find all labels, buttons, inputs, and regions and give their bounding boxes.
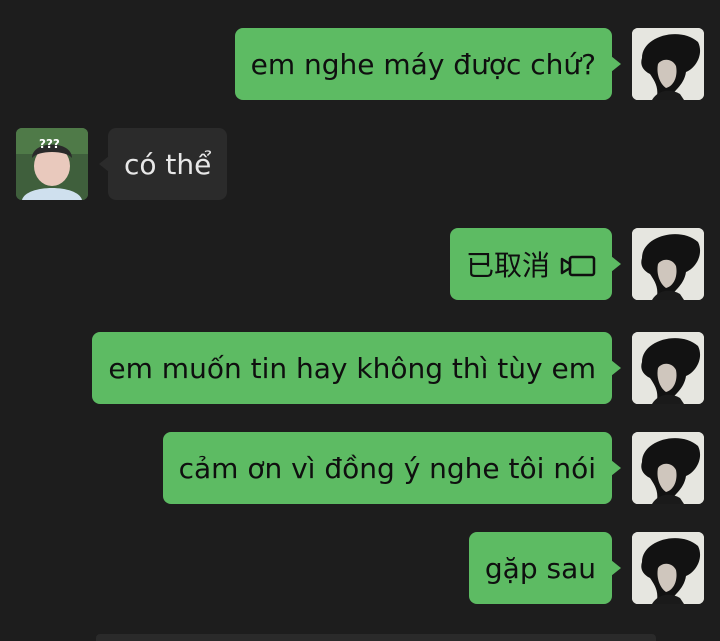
message-text: em muốn tin hay không thì tùy em [108,351,596,385]
message-bubble[interactable]: gặp sau [468,532,622,604]
message-row: em nghe máy được chứ? [0,28,720,100]
message-text: gặp sau [484,551,596,585]
self-avatar[interactable] [632,532,704,604]
avatar-badge-text: ??? [39,137,60,151]
message-text: em nghe máy được chứ? [250,47,596,81]
self-avatar[interactable] [632,332,704,404]
message-bubble[interactable]: cảm ơn vì đồng ý nghe tôi nói [162,432,622,504]
message-bubble[interactable]: có thể [98,128,228,200]
self-avatar[interactable] [632,28,704,100]
message-text: cảm ơn vì đồng ý nghe tôi nói [178,451,596,485]
message-row: cảm ơn vì đồng ý nghe tôi nói [0,432,720,504]
self-avatar[interactable] [632,228,704,300]
message-row: ??? có thể [0,128,720,200]
message-bubble[interactable]: em nghe máy được chứ? [234,28,622,100]
self-avatar[interactable] [632,432,704,504]
message-text: 已取消 [465,249,550,282]
video-call-icon [560,252,596,277]
message-bubble[interactable]: em muốn tin hay không thì tùy em [92,332,621,404]
message-row: gặp sau [0,532,720,604]
message-row: 已取消 [0,228,720,300]
call-cancelled-bubble[interactable]: 已取消 [449,228,622,300]
message-text: có thể [124,147,212,181]
message-row: em muốn tin hay không thì tùy em [0,332,720,404]
chat-message-list[interactable]: em nghe máy được chứ? ??? có thể 已取消 em … [0,0,720,641]
contact-avatar[interactable]: ??? [16,128,88,200]
input-bar-edge [96,634,656,641]
